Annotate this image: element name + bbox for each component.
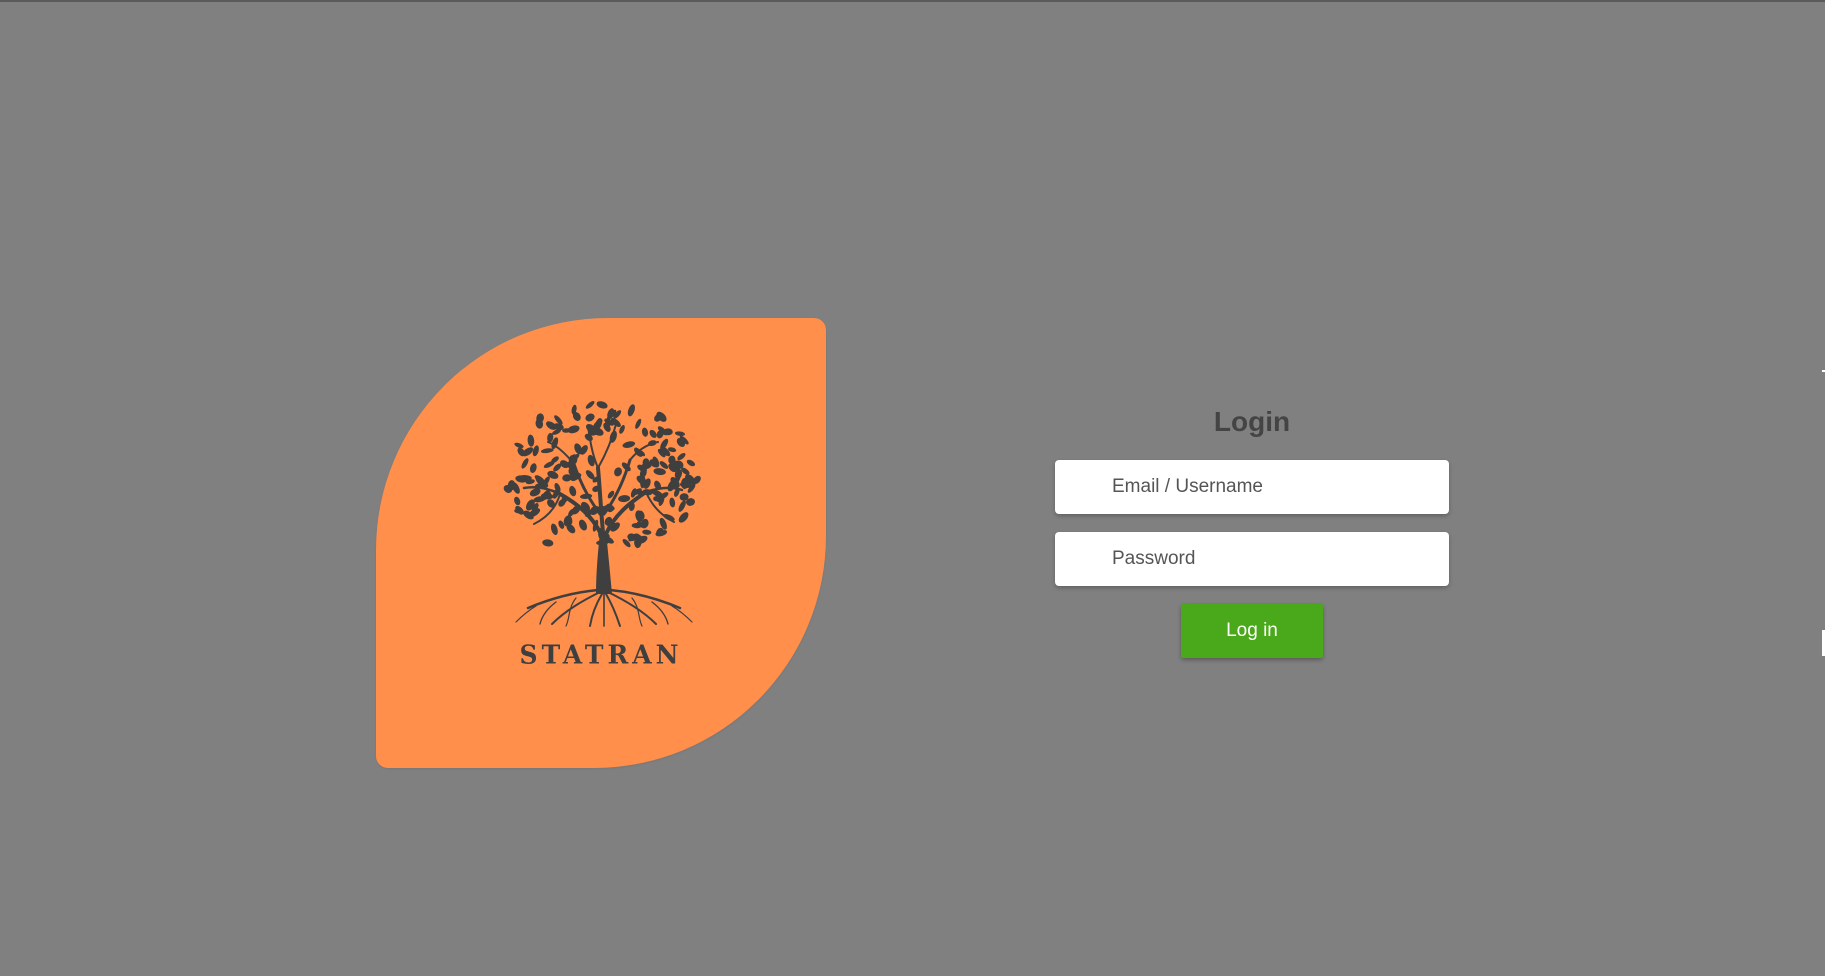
login-form: Login Log in: [1055, 400, 1449, 658]
password-input[interactable]: [1055, 532, 1449, 586]
login-button[interactable]: Log in: [1181, 604, 1323, 658]
brand-logo-card: STATRAN: [376, 318, 826, 768]
email-username-input[interactable]: [1055, 460, 1449, 514]
tree-logo-icon: [503, 401, 701, 627]
login-title: Login: [1213, 406, 1291, 437]
window-top-border: [0, 0, 1825, 2]
brand-name: STATRAN: [519, 639, 683, 670]
